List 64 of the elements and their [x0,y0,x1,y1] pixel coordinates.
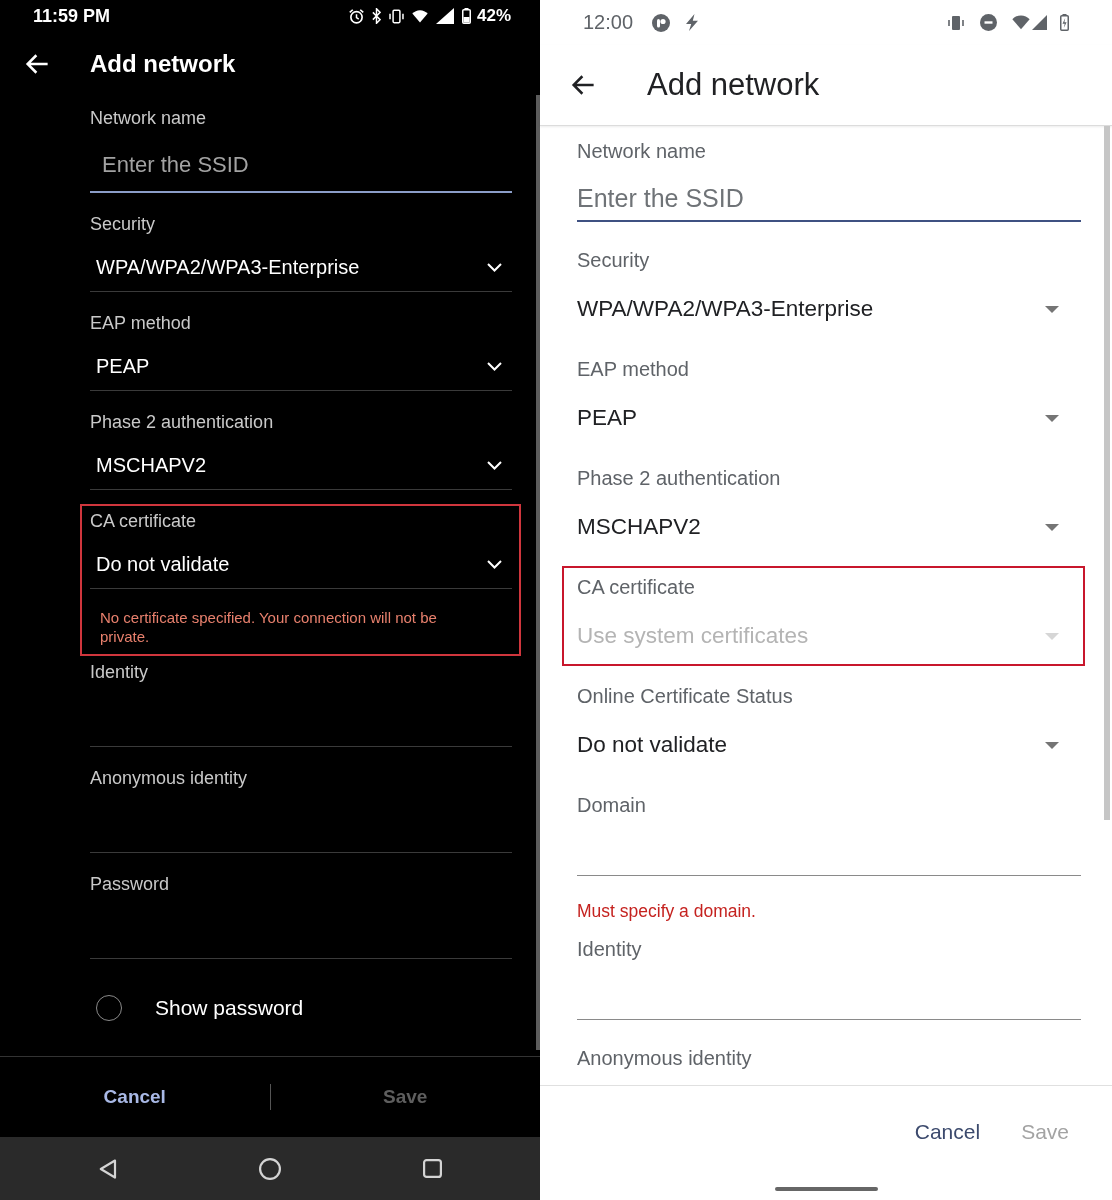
dropdown[interactable]: PEAP [577,380,1081,440]
error-message: Must specify a domain. [577,901,757,921]
dropdown[interactable]: Do not validate [577,707,1081,767]
home-icon[interactable] [259,1157,281,1180]
dropdown-triangle-icon [1045,523,1059,531]
wifi-icon [411,8,428,24]
field-label: CA certificate [577,576,696,598]
action-button[interactable]: Cancel [906,1114,989,1150]
field-label: CA certificate [90,510,198,532]
field-label: Phase 2 authentication [90,411,275,433]
back-arrow-icon[interactable] [571,75,595,95]
chevron-down-icon [487,559,502,569]
round-app-icon [652,13,671,32]
vibrate-icon [948,14,964,31]
field-label: Phase 2 authentication [577,467,782,489]
vibrate-icon [388,8,404,24]
lightning-icon [685,14,700,31]
dropdown[interactable]: Do not validate [90,532,512,589]
chevron-down-icon [487,460,502,470]
dropdown[interactable]: PEAP [90,334,512,391]
chevron-down-icon [487,361,502,371]
field-label: Security [90,213,157,235]
field-label: Password [90,873,171,895]
dropdown-triangle-icon [1045,741,1059,749]
screen-title: Add network [647,67,820,103]
status-time: 11:59 PM [33,5,111,27]
chevron-down-icon [487,262,502,272]
battery-icon [461,8,471,24]
gesture-handle[interactable] [774,1187,878,1191]
field-label: Anonymous identity [577,1047,753,1069]
alarm-clock-icon [348,8,364,24]
dropdown[interactable]: WPA/WPA2/WPA3-Enterprise [577,271,1081,331]
field-label: Anonymous identity [90,767,249,789]
field-label: Security [577,249,651,271]
field-label: Identity [577,938,643,960]
field-label: Network name [577,140,707,162]
dropdown[interactable]: MSCHAPV2 [90,433,512,490]
error-message: No certificate specified. Your connection will not be private. [100,608,438,646]
battery-percentage: 42% [476,6,511,26]
dropdown-triangle-icon [1045,632,1059,640]
field-label: EAP method [577,358,690,380]
battery-charging-icon [1060,14,1069,31]
bluetooth-icon [371,8,381,24]
signal-icon [435,8,454,24]
field-label: Network name [90,107,208,129]
input-field[interactable]: Enter the SSID [90,129,512,193]
field-label: EAP method [90,312,192,334]
signal-icon [1032,15,1047,30]
status-time: 12:00 [583,11,634,34]
checkbox-option[interactable]: Show password [90,959,304,1056]
dropdown-triangle-icon [1045,414,1059,422]
dropdown[interactable]: WPA/WPA2/WPA3-Enterprise [90,235,512,292]
dropdown[interactable]: MSCHAPV2 [577,489,1081,549]
field-label: Online Certificate Status [577,685,794,707]
field-label: Identity [90,661,150,683]
dropdown-triangle-icon [1045,305,1059,313]
recent-apps-icon[interactable] [422,1159,442,1178]
input-field[interactable]: Enter the SSID [577,162,1081,222]
back-icon[interactable] [99,1158,117,1179]
wifi-icon [1012,15,1030,30]
screen-title: Add network [90,49,236,78]
action-button[interactable]: Cancel [95,1080,174,1114]
field-label: Domain [577,794,647,816]
minus-circle-icon [980,14,997,31]
